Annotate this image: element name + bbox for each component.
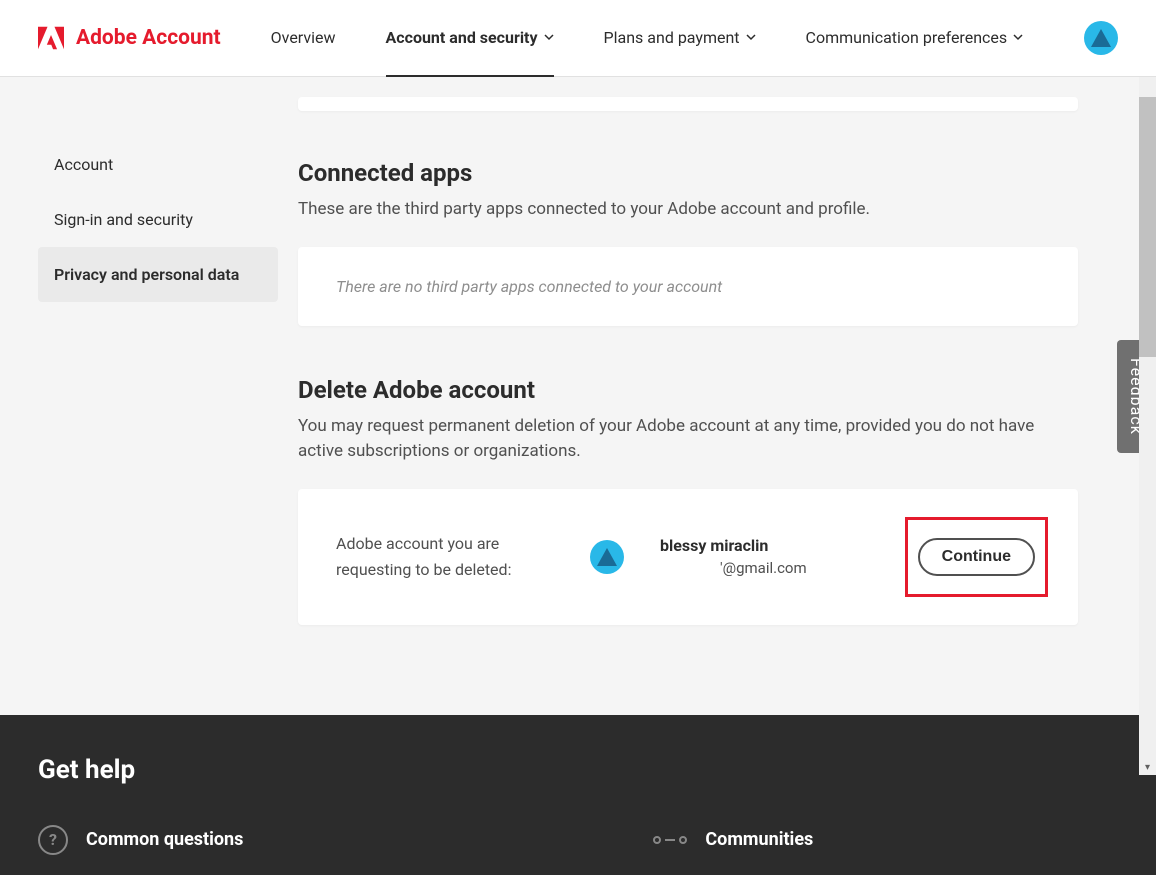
nav-label: Communication preferences <box>806 28 1008 47</box>
chevron-down-icon <box>1013 32 1023 42</box>
adobe-logo-icon <box>38 26 64 50</box>
sidebar: Account Sign-in and security Privacy and… <box>38 97 278 625</box>
delete-account-card: Adobe account you are requesting to be d… <box>298 489 1078 625</box>
delete-account-desc: You may request permanent deletion of yo… <box>298 414 1078 465</box>
user-email: '@gmail.com <box>660 559 891 577</box>
sidebar-item-label: Account <box>54 155 113 174</box>
sidebar-item-label: Sign-in and security <box>54 210 193 229</box>
continue-highlight: Continue <box>905 517 1048 597</box>
delete-request-label: Adobe account you are requesting to be d… <box>336 531 576 582</box>
scrollbar-thumb[interactable] <box>1139 97 1156 357</box>
nav-label: Account and security <box>386 28 538 47</box>
sidebar-item-account[interactable]: Account <box>38 137 278 192</box>
chevron-down-icon <box>544 32 554 42</box>
footer-col-label: Common questions <box>86 829 243 850</box>
header: Adobe Account Overview Account and secur… <box>0 0 1156 77</box>
user-avatar-icon <box>590 540 624 574</box>
footer-communities[interactable]: Communities <box>653 825 813 855</box>
main-nav: Overview Account and security Plans and … <box>271 0 1084 77</box>
continue-button[interactable]: Continue <box>918 538 1035 576</box>
card-fragment <box>298 97 1078 111</box>
connected-apps-title: Connected apps <box>298 159 1078 187</box>
scrollbar-track[interactable] <box>1139 77 1156 759</box>
main-content: Account Sign-in and security Privacy and… <box>0 77 1156 685</box>
nav-communication-prefs[interactable]: Communication preferences <box>806 0 1024 77</box>
footer-title: Get help <box>38 755 1118 785</box>
logo-wrap[interactable]: Adobe Account <box>38 26 221 50</box>
user-info: blessy miraclin '@gmail.com <box>638 536 891 577</box>
user-name: blessy miraclin <box>660 536 891 555</box>
question-icon: ? <box>38 825 68 855</box>
nav-overview[interactable]: Overview <box>271 0 336 77</box>
scroll-down-arrow[interactable]: ▾ <box>1139 759 1156 775</box>
brand-text: Adobe Account <box>76 26 221 50</box>
delete-account-title: Delete Adobe account <box>298 376 1078 404</box>
nav-label: Plans and payment <box>604 28 740 47</box>
chevron-down-icon <box>746 32 756 42</box>
sidebar-item-signin[interactable]: Sign-in and security <box>38 192 278 247</box>
nav-label: Overview <box>271 28 336 47</box>
avatar[interactable] <box>1084 21 1118 55</box>
footer-col-label: Communities <box>705 829 813 850</box>
community-icon <box>653 836 687 844</box>
nav-account-security[interactable]: Account and security <box>386 0 554 77</box>
content-area: Connected apps These are the third party… <box>298 97 1078 625</box>
sidebar-item-privacy[interactable]: Privacy and personal data <box>38 247 278 302</box>
connected-apps-empty: There are no third party apps connected … <box>336 277 722 296</box>
footer-columns: ? Common questions Communities <box>38 825 1118 855</box>
sidebar-item-label: Privacy and personal data <box>54 265 239 284</box>
footer: Get help ? Common questions Communities <box>0 715 1156 875</box>
nav-plans-payment[interactable]: Plans and payment <box>604 0 756 77</box>
connected-apps-desc: These are the third party apps connected… <box>298 197 1078 223</box>
footer-common-questions[interactable]: ? Common questions <box>38 825 243 855</box>
connected-apps-card: There are no third party apps connected … <box>298 247 1078 326</box>
